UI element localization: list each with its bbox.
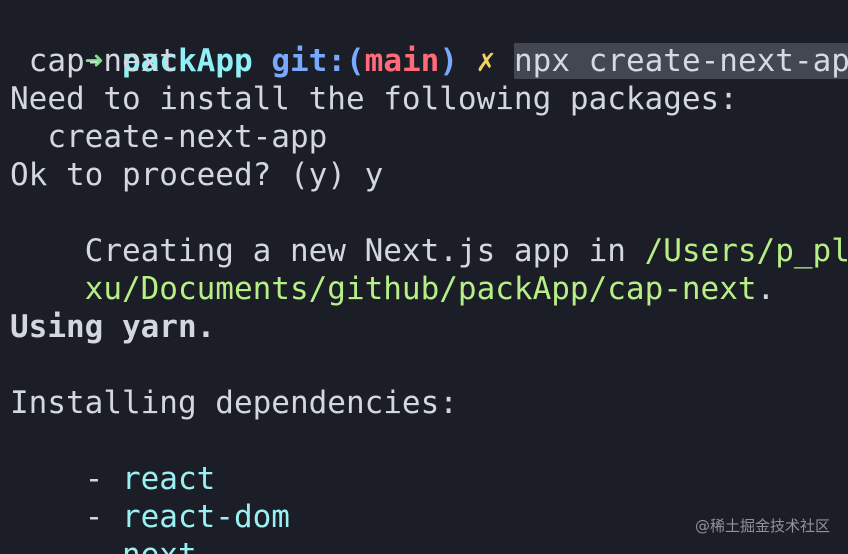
installing-dependencies-header: Installing dependencies: <box>10 385 458 421</box>
app-path-second-part: xu/Documents/github/packApp/cap-next <box>84 271 757 307</box>
selected-command-text[interactable]: npx create-next-app <box>514 43 848 79</box>
dependency-item-react: - react <box>10 422 216 497</box>
path-period: . <box>756 271 776 307</box>
watermark-label: @稀土掘金技术社区 <box>694 517 830 535</box>
git-branch: main <box>364 43 440 79</box>
app-path-continuation-line: xu/Documents/github/packApp/cap-next. <box>10 232 776 307</box>
package-manager-message: Using yarn. <box>10 309 216 345</box>
branch-open-paren: ( <box>345 43 365 79</box>
git-label: git: <box>271 43 346 79</box>
dependency-item-react-dom: - react-dom <box>10 460 290 535</box>
creating-app-line: Creating a new Next.js app in /Users/p_p… <box>10 194 848 269</box>
prompt-line: ➜ packApp git:(main) ✗ npx create-next-a… <box>10 4 848 79</box>
package-to-install: create-next-app <box>10 119 328 155</box>
install-packages-message: Need to install the following packages: <box>10 81 738 117</box>
dependency-name: next <box>122 537 197 554</box>
dependency-item-next: - next <box>10 498 197 554</box>
branch-close-paren: ) <box>439 43 458 79</box>
dependency-prefix: - <box>85 537 122 554</box>
terminal-window[interactable]: ➜ packApp git:(main) ✗ npx create-next-a… <box>0 0 848 554</box>
git-dirty-status-icon: ✗ <box>476 43 496 79</box>
proceed-confirmation: Ok to proceed? (y) y <box>10 157 384 193</box>
command-continuation: cap-next <box>10 43 178 79</box>
